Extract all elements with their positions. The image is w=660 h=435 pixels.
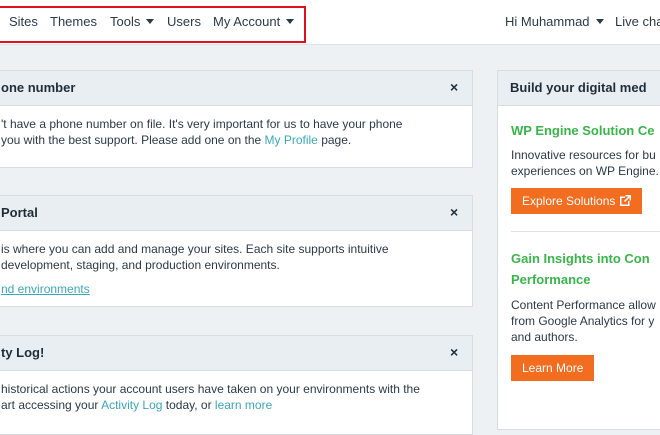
close-icon[interactable]: × <box>450 79 458 95</box>
insights-text: from Google Analytics for y <box>511 314 655 328</box>
card-text: is where you can add and manage your sit… <box>1 242 389 256</box>
insights-heading[interactable]: Gain Insights into Con <box>511 249 650 269</box>
card-header: Portal × <box>0 196 472 231</box>
text-segment: you with the best support. Please add on… <box>1 133 265 147</box>
card-title: one number <box>1 80 76 95</box>
solution-text: experiences on WP Engine. <box>511 164 659 178</box>
user-greeting: Hi Muhammad <box>505 14 590 29</box>
highlight-annotation-box <box>0 6 306 43</box>
card-body: historical actions your account users ha… <box>1 381 420 413</box>
card-title: Portal <box>1 205 38 220</box>
card-text-line: you with the best support. Please add on… <box>1 132 402 148</box>
close-icon[interactable]: × <box>450 344 458 360</box>
card-header: ty Log! × <box>0 336 472 371</box>
caret-down-icon <box>595 19 604 24</box>
solution-text: Innovative resources for bu <box>511 148 656 162</box>
user-menu[interactable]: Hi Muhammad <box>505 14 604 29</box>
activity-log-link[interactable]: Activity Log <box>101 398 162 412</box>
card-body: is where you can add and manage your sit… <box>1 241 389 297</box>
card-body: 't have a phone number on file. It's ver… <box>1 116 402 148</box>
live-chat-link[interactable]: Live chat <box>615 14 660 29</box>
solution-center-heading[interactable]: WP Engine Solution Ce <box>511 121 654 141</box>
phone-number-card: one number × 't have a phone number on f… <box>0 70 473 168</box>
insights-text: and authors. <box>511 330 578 344</box>
text-segment: art accessing your <box>1 398 102 412</box>
card-text: 't have a phone number on file. It's ver… <box>1 117 403 131</box>
card-title: Build your digital med <box>510 80 647 95</box>
text-segment: today, or <box>162 398 215 412</box>
external-link-icon <box>620 195 632 206</box>
learn-more-button[interactable]: Learn More <box>511 355 595 381</box>
close-icon[interactable]: × <box>450 204 458 220</box>
card-header: one number × <box>0 71 472 106</box>
my-profile-link[interactable]: My Profile <box>265 133 318 147</box>
card-header: Build your digital med <box>498 71 660 106</box>
digital-media-card: Build your digital med WP Engine Solutio… <box>497 70 660 430</box>
top-navigation: Sites Themes Tools Users My Account Hi M… <box>0 0 660 45</box>
environments-link[interactable]: nd environments <box>1 281 389 297</box>
text-segment: page. <box>317 133 352 147</box>
card-title: ty Log! <box>1 345 45 360</box>
explore-solutions-button[interactable]: Explore Solutions <box>511 188 643 214</box>
card-text-line: art accessing your Activity Log today, o… <box>1 397 420 413</box>
learn-more-link[interactable]: learn more <box>215 398 272 412</box>
section-divider <box>511 231 660 232</box>
button-label: Explore Solutions <box>522 194 616 208</box>
activity-log-card: ty Log! × historical actions your accoun… <box>0 335 473 435</box>
card-text: development, staging, and production env… <box>1 258 280 272</box>
card-text: historical actions your account users ha… <box>1 382 420 396</box>
insights-text: Content Performance allow <box>511 298 656 312</box>
insights-heading-2[interactable]: Performance <box>511 270 590 290</box>
portal-card: Portal × is where you can add and manage… <box>0 195 473 307</box>
